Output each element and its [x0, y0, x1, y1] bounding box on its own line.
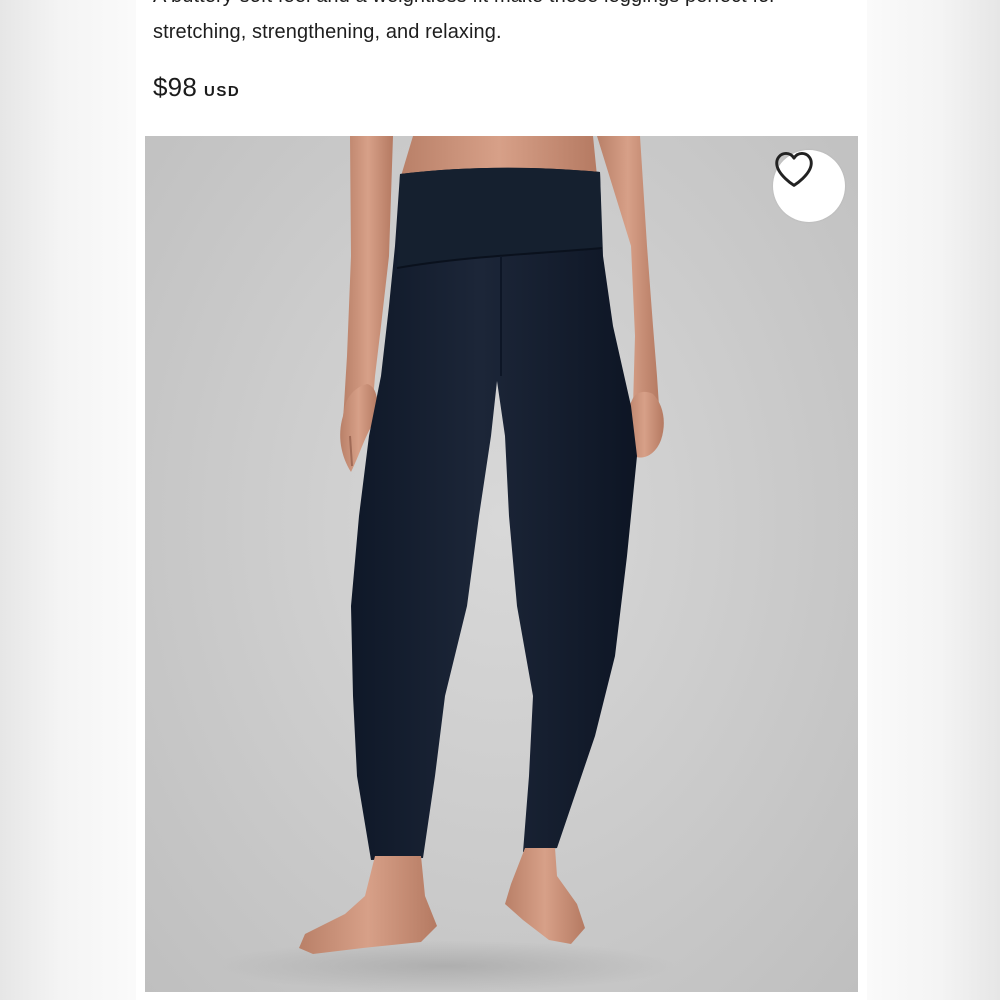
heart-outline-icon: [775, 151, 813, 187]
description-line: stretching, strengthening, and relaxing.: [153, 21, 502, 43]
product-price: $98 USD: [153, 72, 240, 112]
price-currency: USD: [203, 83, 241, 100]
price-amount: $98: [153, 72, 197, 102]
description-line: A buttery-soft feel and a weightless fit…: [153, 0, 853, 14]
product-description: A buttery-soft feel and a weightless fit…: [153, 0, 853, 50]
product-image[interactable]: [145, 136, 858, 992]
leggings-illustration: [215, 136, 675, 992]
page: A buttery-soft feel and a weightless fit…: [0, 0, 1000, 1000]
wishlist-button[interactable]: [773, 150, 845, 222]
product-card: A buttery-soft feel and a weightless fit…: [136, 0, 867, 1000]
